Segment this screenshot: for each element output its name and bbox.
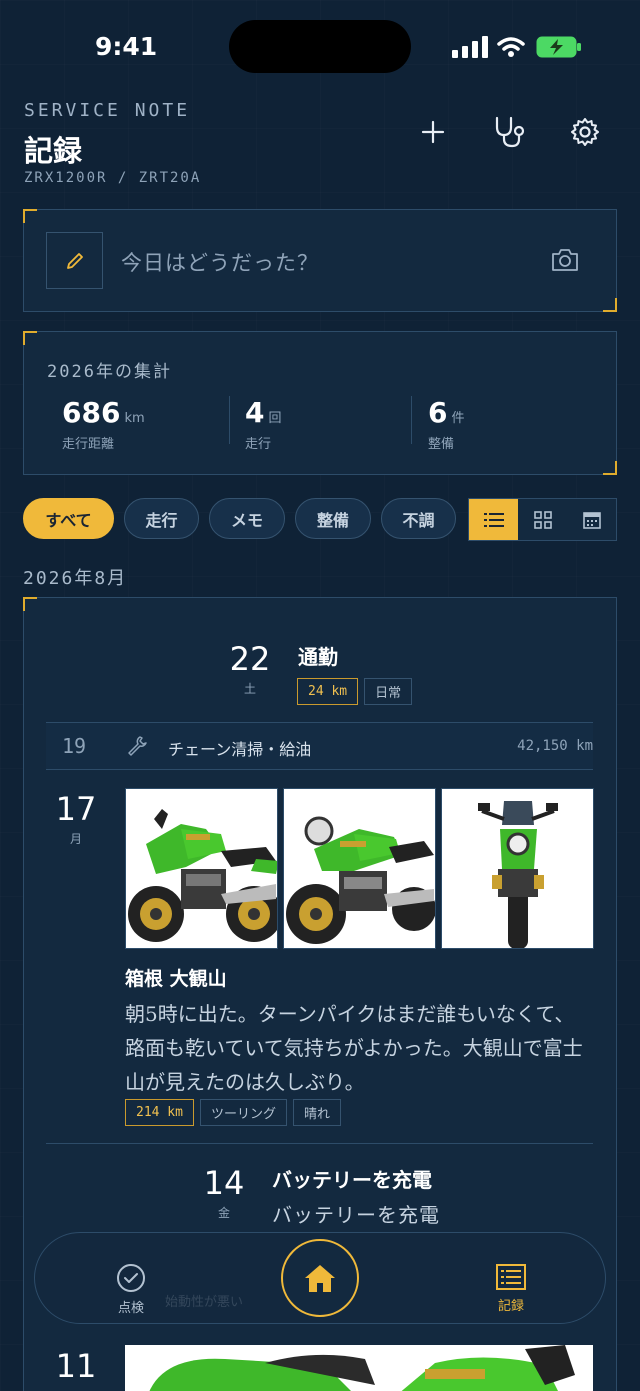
entry-day: 19 bbox=[62, 734, 87, 758]
stat-unit: km bbox=[124, 411, 145, 426]
entry-day: 14 bbox=[203, 1164, 245, 1202]
entry-day: 17 bbox=[55, 790, 97, 828]
panel-corner bbox=[23, 209, 37, 223]
status-time: 9:41 bbox=[95, 32, 158, 61]
entry-title: チェーン清掃・給油 bbox=[168, 740, 312, 759]
add-button[interactable] bbox=[413, 112, 453, 152]
obscured-entry-text: 始動性が悪い bbox=[165, 1295, 244, 1310]
entry-title: 通勤 bbox=[298, 645, 338, 669]
compose-button[interactable] bbox=[46, 232, 103, 289]
stethoscope-icon bbox=[495, 116, 525, 148]
stat-unit: 件 bbox=[451, 411, 465, 426]
diagnostics-button[interactable] bbox=[490, 112, 530, 152]
panel-corner bbox=[603, 461, 617, 475]
gear-icon bbox=[571, 118, 599, 146]
stat-maintenance: 6件 整備 bbox=[428, 396, 465, 452]
stat-divider bbox=[229, 396, 230, 444]
entry-photo-side[interactable] bbox=[125, 788, 278, 949]
entry-day: 22 bbox=[229, 640, 271, 678]
camera-button[interactable] bbox=[550, 247, 580, 277]
wrench-icon bbox=[126, 735, 148, 761]
timeline-entry-17[interactable]: 17 月 bbox=[46, 790, 106, 847]
filter-memo[interactable]: メモ bbox=[209, 498, 285, 539]
camera-icon bbox=[552, 249, 578, 271]
filter-trouble[interactable]: 不調 bbox=[381, 498, 456, 539]
entry-tags: 24 km 日常 bbox=[297, 678, 418, 705]
panel-corner bbox=[23, 331, 37, 345]
category-tag: ツーリング bbox=[199, 1099, 287, 1126]
view-list-button[interactable] bbox=[469, 499, 518, 540]
page-title: 記録 bbox=[24, 134, 83, 168]
tab-label: 点検 bbox=[117, 1301, 144, 1316]
entry-photo-front[interactable] bbox=[441, 788, 594, 949]
panel-corner bbox=[603, 298, 617, 312]
battery-charging-icon bbox=[536, 36, 582, 62]
settings-button[interactable] bbox=[565, 112, 605, 152]
entry-divider bbox=[46, 769, 593, 770]
cellular-signal-icon bbox=[452, 36, 488, 62]
stat-label: 走行距離 bbox=[62, 437, 115, 452]
stat-value: 4 bbox=[245, 396, 265, 429]
tab-records[interactable]: 記録 bbox=[481, 1263, 541, 1314]
stat-value: 686 bbox=[62, 396, 121, 429]
entry-photo-wide[interactable] bbox=[125, 1345, 593, 1391]
bottom-tab-bar: 始動性が悪い 点検 記録 bbox=[34, 1232, 606, 1324]
stat-distance: 686 km 走行距離 bbox=[62, 396, 145, 452]
timeline-entry-22[interactable]: 22 土 bbox=[200, 640, 300, 697]
timeline-entry-14[interactable]: 14 金 bbox=[194, 1164, 254, 1221]
entry-day[interactable]: 11 bbox=[46, 1347, 106, 1385]
quick-entry-panel[interactable]: 今日はどうだった？ bbox=[23, 209, 617, 312]
entry-divider bbox=[46, 1143, 593, 1144]
filter-all[interactable]: すべて bbox=[23, 498, 114, 539]
app-kicker: SERVICE NOTE bbox=[24, 100, 191, 121]
dynamic-island bbox=[229, 20, 411, 73]
entry-title: バッテリーを充電 bbox=[272, 1168, 432, 1192]
stat-divider bbox=[411, 396, 412, 444]
distance-tag: 214 km bbox=[125, 1099, 194, 1126]
stat-value: 6 bbox=[428, 396, 448, 429]
composer-placeholder[interactable]: 今日はどうだった？ bbox=[121, 247, 319, 277]
filter-ride[interactable]: 走行 bbox=[124, 498, 199, 539]
entry-photo-front-quarter[interactable] bbox=[283, 788, 436, 949]
yearly-summary-panel: 2026年の集計 686 km 走行距離 4回 走行 6件 整備 bbox=[23, 331, 617, 475]
pencil-icon bbox=[66, 252, 83, 269]
list-icon bbox=[483, 512, 504, 527]
wifi-icon bbox=[497, 36, 525, 62]
filter-maintenance[interactable]: 整備 bbox=[295, 498, 371, 539]
odometer-reading: 42,150 km bbox=[517, 738, 593, 754]
stat-unit: 回 bbox=[268, 411, 282, 426]
home-button[interactable] bbox=[281, 1239, 359, 1317]
stat-rides: 4回 走行 bbox=[245, 396, 282, 452]
weather-tag: 晴れ bbox=[292, 1099, 341, 1126]
tab-label: 記録 bbox=[497, 1299, 524, 1314]
tab-inspection[interactable]: 点検 bbox=[101, 1263, 161, 1316]
entry-title: 箱根 大観山 bbox=[125, 968, 227, 990]
month-heading: 2026年8月 bbox=[23, 568, 128, 589]
distance-tag: 24 km bbox=[297, 678, 359, 705]
calendar-icon bbox=[582, 511, 601, 529]
entry-weekday: 月 bbox=[69, 832, 82, 846]
category-tag: 日常 bbox=[364, 678, 413, 705]
check-circle-icon bbox=[117, 1264, 145, 1292]
view-grid-button[interactable] bbox=[518, 499, 567, 540]
home-icon bbox=[305, 1265, 335, 1292]
view-calendar-button[interactable] bbox=[567, 499, 616, 540]
summary-title: 2026年の集計 bbox=[47, 362, 172, 382]
entry-body: 朝5時に出た。ターンパイクはまだ誰もいなくて、路面も乾いていて気持ちがよかった。… bbox=[125, 1002, 583, 1094]
grid-icon bbox=[533, 510, 552, 529]
view-switcher bbox=[468, 498, 617, 541]
stat-label: 整備 bbox=[428, 437, 455, 452]
notebook-icon bbox=[496, 1264, 526, 1290]
entry-weekday: 土 bbox=[243, 682, 256, 696]
stat-label: 走行 bbox=[245, 437, 272, 452]
plus-icon bbox=[421, 120, 445, 144]
panel-corner bbox=[23, 597, 37, 611]
entry-body: バッテリーを充電 bbox=[272, 1203, 440, 1227]
vehicle-model: ZRX1200R / ZRT20A bbox=[24, 170, 202, 186]
entry-tags: 214 km ツーリング 晴れ bbox=[125, 1099, 347, 1126]
entry-weekday: 金 bbox=[217, 1206, 230, 1220]
